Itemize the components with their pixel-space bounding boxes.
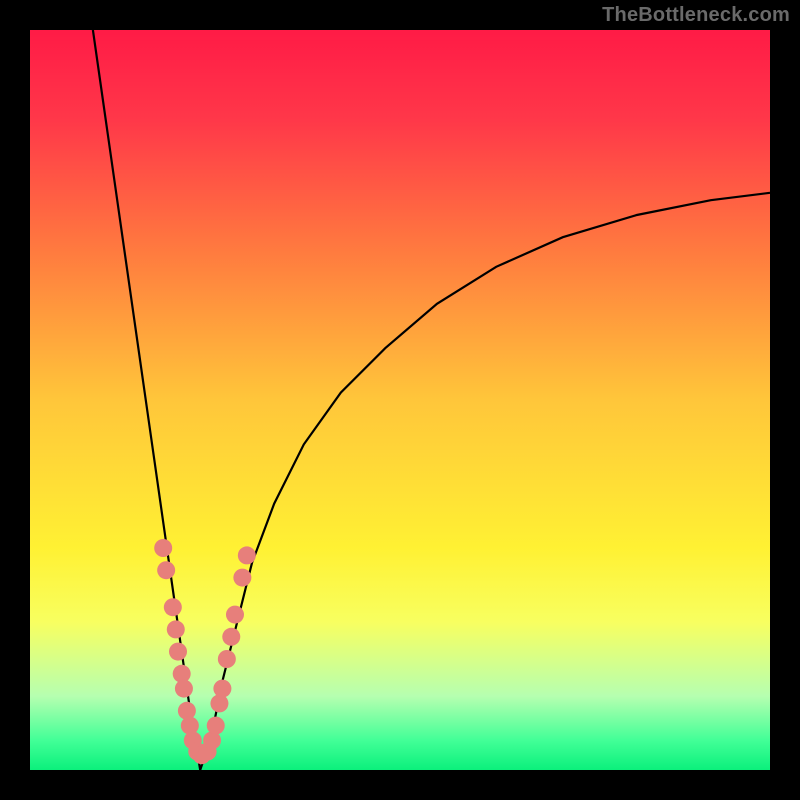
data-marker [238, 546, 256, 564]
data-marker [207, 717, 225, 735]
data-marker [226, 606, 244, 624]
data-marker [154, 539, 172, 557]
gradient-background [30, 30, 770, 770]
data-marker [233, 569, 251, 587]
data-marker [222, 628, 240, 646]
data-marker [181, 717, 199, 735]
data-marker [210, 694, 228, 712]
data-marker [175, 680, 193, 698]
data-marker [178, 702, 196, 720]
chart-frame: TheBottleneck.com [0, 0, 800, 800]
chart-svg [30, 30, 770, 770]
data-marker [167, 620, 185, 638]
data-marker [157, 561, 175, 579]
data-marker [164, 598, 182, 616]
data-marker [169, 643, 187, 661]
data-marker [218, 650, 236, 668]
plot-area [30, 30, 770, 770]
watermark-text: TheBottleneck.com [602, 4, 790, 27]
data-marker [213, 680, 231, 698]
